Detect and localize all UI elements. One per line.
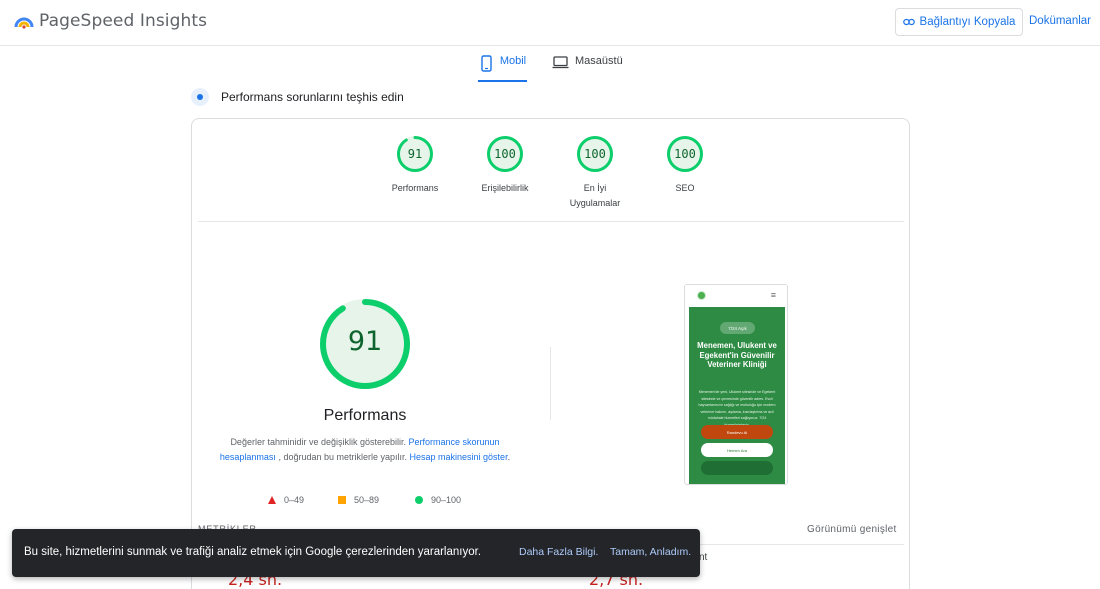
legend-range: 90–100 — [431, 495, 462, 505]
desc-text: . — [507, 452, 511, 462]
gauge-label-seo: SEO — [675, 183, 695, 193]
expand-view-link[interactable]: Görünümü genişlet — [807, 524, 897, 535]
pagespeed-logo-icon — [14, 17, 34, 29]
copy-link-button[interactable]: Bağlantıyı Kopyala — [895, 8, 1023, 36]
preview-button — [701, 461, 773, 475]
top-bar: PageSpeed Insights Bağlantıyı Kopyala Do… — [0, 0, 1100, 46]
performance-description: Değerler tahminidir ve değişiklik göster… — [218, 435, 512, 465]
preview-text: Menemen'de yeni, Ulukent sitesinde ve Eg… — [698, 390, 776, 427]
laptop-icon — [552, 56, 569, 69]
legend-range: 0–49 — [284, 495, 305, 505]
app-title: PageSpeed Insights — [39, 11, 208, 31]
gauge-label-line: En İyi — [583, 183, 607, 193]
gauge-label-performance: Performans — [391, 183, 439, 193]
desc-text: Değerler tahminidir ve değişiklik göster… — [230, 437, 409, 447]
gauge-performance[interactable]: 91 — [396, 135, 434, 173]
hamburger-menu-icon: ≡ — [770, 290, 776, 300]
legend-range: 50–89 — [354, 495, 380, 505]
preview-appointment-button: Randevu Al — [701, 425, 773, 439]
diagnose-icon — [191, 88, 209, 106]
triangle-icon — [268, 496, 276, 504]
cookie-accept-button[interactable]: Tamam, Anladım. — [610, 546, 691, 558]
circle-icon — [415, 496, 423, 504]
smartphone-icon — [481, 55, 492, 72]
gauge-value: 91 — [407, 147, 423, 161]
cookie-text: Bu site, hizmetlerini sunmak ve trafiği … — [24, 546, 482, 558]
preview-header: ≡ — [685, 285, 787, 308]
gauge-value: 100 — [674, 147, 696, 161]
gauge-value: 100 — [584, 147, 606, 161]
preview-call-button: Hemen Ara — [701, 443, 773, 457]
square-icon — [338, 496, 346, 504]
metric-label: nt — [699, 552, 708, 563]
calculator-link[interactable]: Hesap makinesini göster — [410, 452, 508, 462]
desc-text: , doğrudan bu metriklerle yapılır. — [275, 452, 410, 462]
diagnose-title: Performans sorunlarını teşhis edin — [221, 90, 404, 104]
copy-link-label: Bağlantıyı Kopyala — [919, 16, 1016, 28]
docs-link[interactable]: Dokümanlar — [1029, 15, 1091, 27]
vertical-separator — [550, 347, 551, 420]
cookie-banner: Bu site, hizmetlerini sunmak ve trafiği … — [12, 529, 700, 577]
page: PageSpeed Insights Bağlantıyı Kopyala Do… — [0, 0, 1100, 589]
gauge-best-practices[interactable]: 100 — [576, 135, 614, 173]
divider — [198, 221, 904, 222]
link-icon — [902, 18, 915, 26]
preview-heading: Menemen, Ulukent ve Egekent'in Güvenilir… — [697, 341, 777, 370]
cookie-more-info-link[interactable]: Daha Fazla Bilgi. — [519, 546, 598, 558]
legend-pass: 90–100 — [415, 495, 461, 505]
gauge-label-accessibility: Erişilebilirlik — [481, 183, 529, 193]
tab-mobile[interactable]: Mobil — [478, 55, 527, 82]
performance-label: Performans — [323, 407, 407, 424]
tab-desktop-label: Masaüstü — [575, 55, 623, 67]
gauge-accessibility[interactable]: 100 — [486, 135, 524, 173]
gauge-seo[interactable]: 100 — [666, 135, 704, 173]
performance-big-gauge: 91 — [319, 298, 411, 390]
preview-hero: 7/24 Açık Menemen, Ulukent ve Egekent'in… — [689, 307, 785, 484]
tab-desktop[interactable]: Masaüstü — [552, 55, 623, 82]
page-screenshot-preview: ≡ 7/24 Açık Menemen, Ulukent ve Egekent'… — [684, 284, 788, 485]
gauge-label-best-practices: En İyi Uygulamalar — [550, 181, 640, 211]
gauge-label-line: Uygulamalar — [569, 198, 621, 208]
gauge-value: 100 — [494, 147, 516, 161]
preview-badge: 7/24 Açık — [720, 322, 755, 334]
legend-fail: 0–49 — [268, 495, 304, 505]
tab-mobile-label: Mobil — [499, 55, 527, 67]
performance-score: 91 — [347, 325, 383, 357]
legend-average: 50–89 — [338, 495, 379, 505]
preview-logo-icon — [697, 291, 706, 300]
